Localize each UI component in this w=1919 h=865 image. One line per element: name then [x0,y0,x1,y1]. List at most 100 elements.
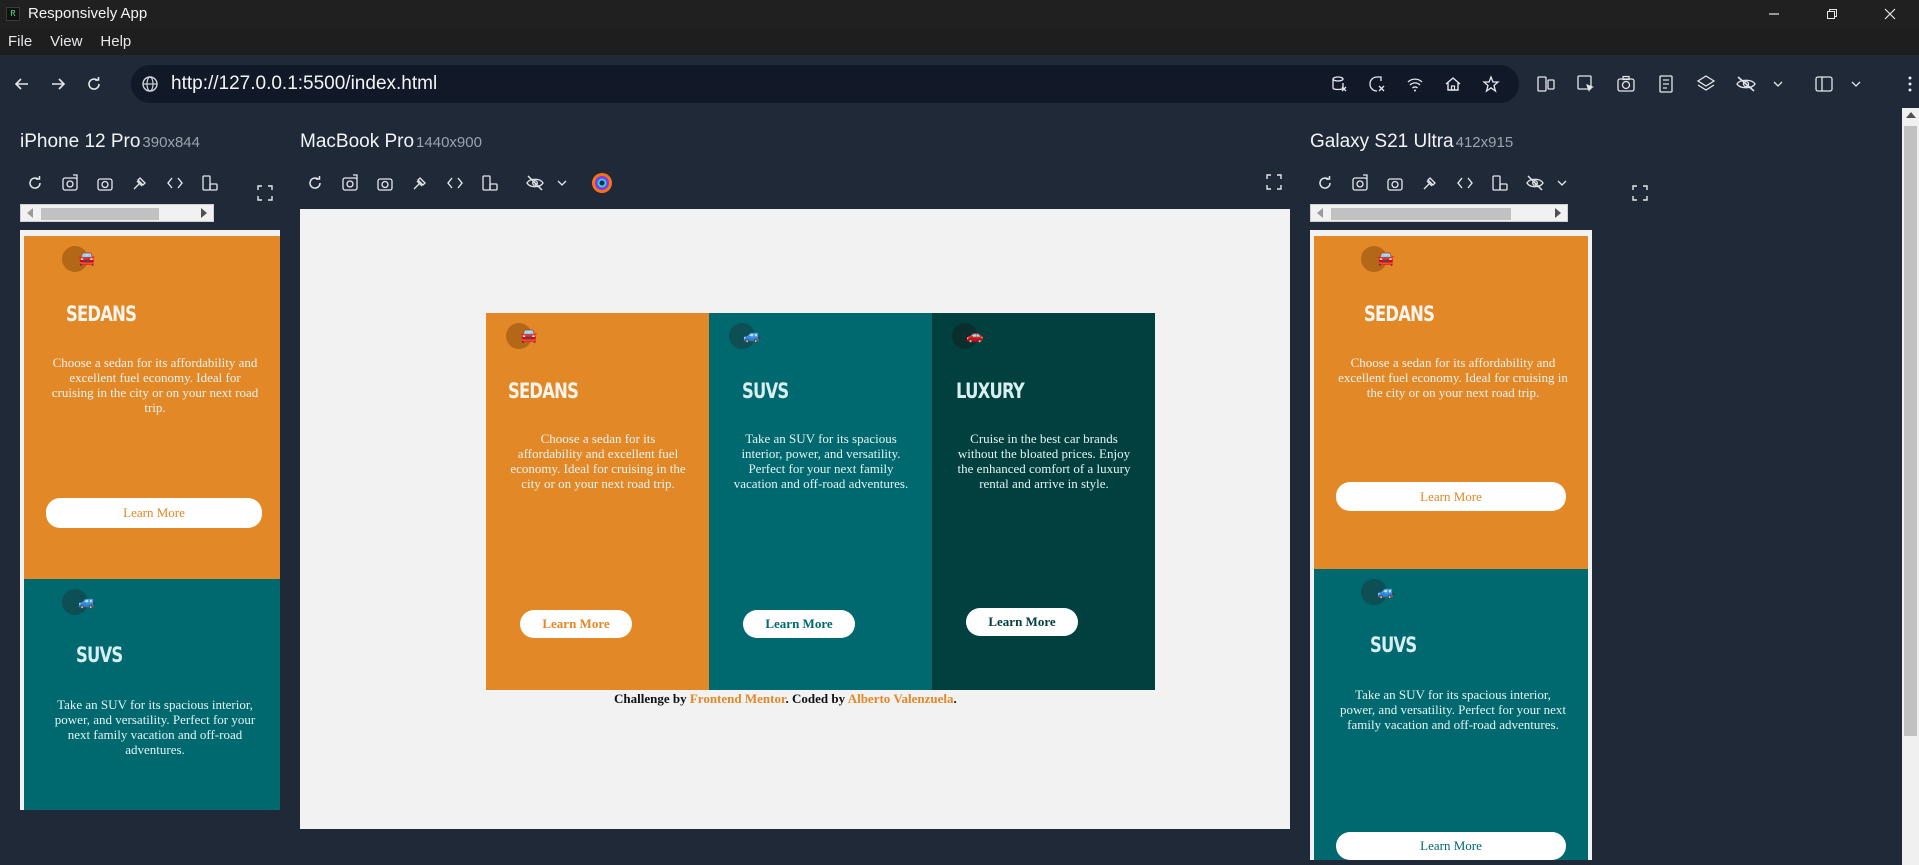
device-manager-icon[interactable] [1532,70,1560,98]
card-title: SEDANS [508,379,579,403]
url-text[interactable]: http://127.0.0.1:5500/index.html [171,73,437,95]
bookmark-star-icon[interactable] [1477,70,1505,98]
app-title: Responsively App [28,5,148,22]
hide-icon[interactable] [1732,70,1760,98]
author-link[interactable]: Alberto Valenzuela [848,691,954,706]
preview-layout-icon[interactable] [1810,70,1838,98]
rotate-device-icon[interactable] [477,170,502,195]
card-sedans: 🚘 SEDANS Choose a sedan for its affordab… [486,313,709,690]
home-icon[interactable] [1439,70,1467,98]
reload-icon[interactable] [22,170,47,195]
learn-more-button[interactable]: Learn More [1336,482,1566,511]
card-title: SEDANS [66,302,137,326]
devtools-icon[interactable] [1417,170,1442,195]
close-icon [1884,8,1896,19]
reload-icon[interactable] [1312,170,1337,195]
layers-icon[interactable] [1692,70,1720,98]
network-icon[interactable] [1401,70,1429,98]
scroll-thumb[interactable] [1904,126,1917,736]
rotate-device-icon[interactable] [197,170,222,195]
restore-button[interactable] [1803,0,1861,27]
card-title: SUVS [742,379,789,403]
reload-button[interactable] [78,68,110,100]
back-button[interactable] [6,68,38,100]
devtools-icon[interactable] [127,170,152,195]
menu-help[interactable]: Help [100,33,131,50]
address-bar[interactable]: http://127.0.0.1:5500/index.html [131,65,1519,103]
full-screenshot-icon[interactable] [337,170,362,195]
chevron-down-icon[interactable] [557,170,567,195]
device-size: 390x844 [142,134,200,151]
device-header-galaxy: Galaxy S21 Ultra 412x915 [1310,131,1513,153]
color-picker-icon[interactable] [589,170,614,195]
devtools-icon[interactable] [407,170,432,195]
scroll-thumb[interactable] [41,208,159,220]
scroll-thumb[interactable] [1331,208,1511,220]
reload-icon[interactable] [302,170,327,195]
device-header-iphone: iPhone 12 Pro 390x844 [20,131,200,153]
inspect-element-icon[interactable] [1572,70,1600,98]
hide-icon[interactable] [1522,170,1547,195]
code-icon[interactable] [162,170,187,195]
card-suvs: 🚙 SUVS Take an SUV for its spacious inte… [709,313,932,690]
learn-more-button[interactable]: Learn More [46,498,262,528]
frontend-mentor-link[interactable]: Frontend Mentor [690,691,786,706]
code-icon[interactable] [442,170,467,195]
full-screenshot-icon[interactable] [57,170,82,195]
card-sedans: 🚘 SEDANS Choose a sedan for its affordab… [1314,236,1588,569]
car-icon: 🚙 [1377,585,1395,600]
globe-icon [141,75,159,93]
minimize-button[interactable] [1745,0,1803,27]
horizontal-scrollbar[interactable] [20,204,214,222]
clear-storage-icon[interactable] [1325,70,1353,98]
scroll-left-icon[interactable] [27,208,33,218]
menu-view[interactable]: View [50,33,82,50]
scroll-right-icon[interactable] [201,208,207,218]
title-bar: R Responsively App [0,0,1919,27]
hide-icon[interactable] [522,170,547,195]
card-luxury: 🚗 LUXURY Cruise in the best car brands w… [932,313,1155,690]
screenshot-icon[interactable] [92,170,117,195]
expand-icon[interactable] [1630,183,1650,203]
scroll-left-icon[interactable] [1317,208,1323,218]
code-icon[interactable] [1452,170,1477,195]
learn-more-button[interactable]: Learn More [520,610,632,638]
scroll-right-icon[interactable] [1555,208,1561,218]
learn-more-button[interactable]: Learn More [743,610,855,638]
menu-file[interactable]: File [8,33,32,50]
car-icon: 🚘 [78,252,96,267]
learn-more-button[interactable]: Learn More [966,608,1078,636]
full-screenshot-icon[interactable] [1347,170,1372,195]
forward-button[interactable] [42,68,74,100]
card-title: SUVS [1370,633,1417,657]
expand-icon[interactable] [255,183,275,203]
attribution-prefix: Challenge by [614,691,687,706]
close-button[interactable] [1861,0,1919,27]
chevron-down-icon[interactable] [1772,70,1784,98]
full-page-screenshot-icon[interactable] [1652,70,1680,98]
chevron-down-icon[interactable] [1850,70,1862,98]
clear-cache-icon[interactable] [1363,70,1391,98]
device-size: 412x915 [1455,134,1514,151]
expand-icon[interactable] [1264,172,1284,192]
screenshot-icon[interactable] [372,170,397,195]
card-text: Take an SUV for its spacious interior, p… [54,697,256,757]
screenshot-icon[interactable] [1612,70,1640,98]
learn-more-button[interactable]: Learn More [1336,832,1566,860]
more-menu-icon[interactable] [1896,70,1919,98]
card-title: SEDANS [1364,302,1435,326]
scroll-up-icon[interactable] [1906,112,1916,118]
device-header-macbook: MacBook Pro 1440x900 [300,131,482,153]
device-toolbar-galaxy [1312,170,1567,195]
card-title: SUVS [76,643,123,667]
chevron-down-icon[interactable] [1557,170,1567,195]
rotate-device-icon[interactable] [1487,170,1512,195]
address-bar-actions [1325,65,1505,103]
device-name: iPhone 12 Pro [20,131,141,152]
vertical-scrollbar[interactable] [1902,108,1919,865]
card-sedans: 🚘 SEDANS Choose a sedan for its affordab… [24,236,280,579]
horizontal-scrollbar[interactable] [1310,204,1568,222]
navigation-bar: http://127.0.0.1:5500/index.html [0,55,1919,113]
car-icon: 🚙 [78,595,96,610]
screenshot-icon[interactable] [1382,170,1407,195]
